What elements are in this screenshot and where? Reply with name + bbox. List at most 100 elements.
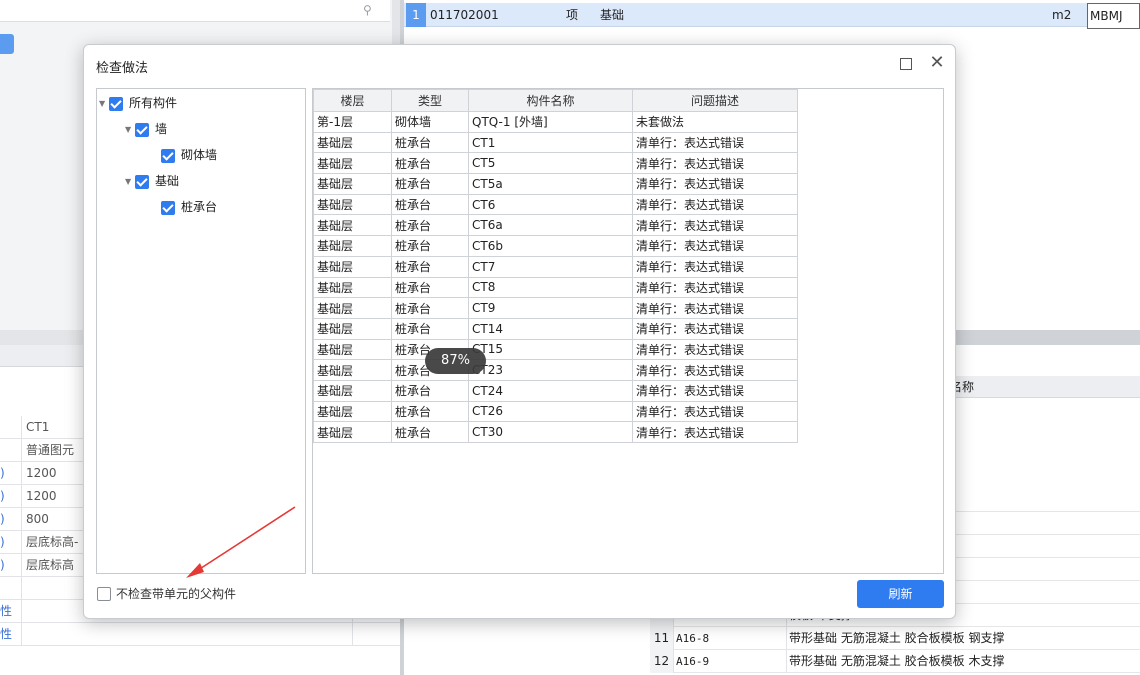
- cell-floor: 基础层: [313, 214, 392, 237]
- cell-issue: 清单行：表达式错误: [632, 297, 798, 319]
- property-key: ): [0, 485, 22, 508]
- cell-floor: 基础层: [313, 235, 392, 257]
- cell-type: 桩承台: [391, 193, 469, 216]
- table-row[interactable]: 基础层 桩承台 CT5a 清单行：表达式错误: [313, 173, 798, 195]
- quota-row[interactable]: 12 A16-9 带形基础 无筋混凝土 胶合板模板 木支撑: [650, 650, 1140, 673]
- cell-floor: 基础层: [313, 297, 392, 319]
- table-row[interactable]: 基础层 桩承台 CT1 清单行：表达式错误: [313, 131, 798, 154]
- tree-node-label: 基础: [155, 174, 180, 188]
- table-row[interactable]: 基础层 桩承台 CT14 清单行：表达式错误: [313, 317, 798, 340]
- table-row[interactable]: 基础层 桩承台 CT5 清单行：表达式错误: [313, 152, 798, 175]
- expand-arrow-icon[interactable]: ▼: [99, 94, 109, 114]
- cell-floor: 基础层: [313, 131, 392, 154]
- property-value[interactable]: 1200: [26, 462, 57, 485]
- cell-issue: 清单行：表达式错误: [632, 379, 798, 402]
- table-row[interactable]: 基础层 桩承台 CT9 清单行：表达式错误: [313, 297, 798, 319]
- cell-floor: 基础层: [313, 359, 392, 381]
- cell-component-name: CT5a: [468, 173, 633, 195]
- quota-name: 带形基础 无筋混凝土 胶合板模板 钢支撑: [786, 627, 1004, 650]
- property-value[interactable]: 800: [26, 508, 49, 531]
- tree-node[interactable]: 砌体墙: [151, 145, 217, 165]
- property-key: ): [0, 462, 22, 485]
- cell-type: 桩承台: [391, 255, 469, 278]
- cell-component-name: CT23: [468, 359, 633, 381]
- col-floor[interactable]: 楼层: [313, 89, 392, 112]
- cell-type: 桩承台: [391, 152, 469, 175]
- table-row[interactable]: 基础层 桩承台 CT23 清单行：表达式错误: [313, 359, 798, 381]
- property-value[interactable]: 1200: [26, 485, 57, 508]
- bill-row[interactable]: 1 011702001 项 基础 m2 MBMJ: [404, 3, 1140, 29]
- col-type[interactable]: 类型: [391, 89, 469, 112]
- node-checkbox[interactable]: [135, 122, 149, 137]
- tree-node[interactable]: 桩承台: [151, 197, 217, 217]
- cell-component-name: QTQ-1 [外墙]: [468, 111, 633, 133]
- cell-issue: 未套做法: [632, 111, 798, 133]
- cell-issue: 清单行：表达式错误: [632, 317, 798, 340]
- table-row[interactable]: 基础层 桩承台 CT6b 清单行：表达式错误: [313, 235, 798, 257]
- cell-floor: 基础层: [313, 193, 392, 216]
- table-row[interactable]: 基础层 桩承台 CT24 清单行：表达式错误: [313, 379, 798, 402]
- close-icon[interactable]: ✕: [927, 53, 947, 73]
- row-index: 1: [406, 3, 426, 27]
- search-icon[interactable]: ⚲: [363, 3, 377, 17]
- cell-issue: 清单行：表达式错误: [632, 235, 798, 257]
- quota-row[interactable]: 11 A16-8 带形基础 无筋混凝土 胶合板模板 钢支撑: [650, 627, 1140, 650]
- tree-node[interactable]: ▼ 基础: [125, 171, 179, 191]
- maximize-icon[interactable]: [900, 58, 912, 70]
- property-value[interactable]: 层底标高: [26, 554, 74, 577]
- cell-type: 桩承台: [391, 235, 469, 257]
- bill-unit-type: 项: [566, 8, 579, 22]
- property-key: 性: [0, 623, 22, 646]
- table-row[interactable]: 基础层 桩承台 CT7 清单行：表达式错误: [313, 255, 798, 278]
- table-row[interactable]: 第-1层 砌体墙 QTQ-1 [外墙] 未套做法: [313, 111, 798, 133]
- table-row[interactable]: 基础层 桩承台 CT6 清单行：表达式错误: [313, 193, 798, 216]
- expand-arrow-icon[interactable]: ▼: [125, 172, 135, 192]
- node-checkbox[interactable]: [161, 148, 175, 163]
- col-issue-description[interactable]: 问题描述: [632, 89, 798, 112]
- cell-floor: 基础层: [313, 152, 392, 175]
- col-component-name[interactable]: 构件名称: [468, 89, 633, 112]
- cell-floor: 基础层: [313, 276, 392, 299]
- node-checkbox[interactable]: [135, 174, 149, 189]
- quota-row-index: 12: [650, 650, 674, 673]
- tree-node-label: 砌体墙: [181, 148, 218, 162]
- zoom-badge: 87%: [425, 348, 486, 374]
- cell-component-name: CT26: [468, 400, 633, 423]
- table-row[interactable]: 基础层 桩承台 CT30 清单行：表达式错误: [313, 421, 798, 443]
- cell-type: 桩承台: [391, 421, 469, 443]
- quota-row-index: 11: [650, 627, 674, 650]
- property-value[interactable]: 层底标高-: [26, 531, 78, 554]
- tree-node-label: 墙: [155, 122, 168, 136]
- skip-parent-label: 不检查带单元的父构件: [116, 587, 237, 601]
- cell-type: 桩承台: [391, 317, 469, 340]
- node-checkbox[interactable]: [109, 96, 123, 111]
- table-row[interactable]: 基础层 桩承台 CT6a 清单行：表达式错误: [313, 214, 798, 237]
- cell-floor: 第-1层: [313, 111, 392, 133]
- node-checkbox[interactable]: [161, 200, 175, 215]
- cell-floor: 基础层: [313, 173, 392, 195]
- cell-type: 桩承台: [391, 131, 469, 154]
- property-value[interactable]: CT1: [26, 416, 49, 439]
- property-key: [0, 439, 22, 462]
- cell-issue: 清单行：表达式错误: [632, 338, 798, 361]
- table-row[interactable]: 基础层 桩承台 CT15 清单行：表达式错误: [313, 338, 798, 361]
- cell-type: 桩承台: [391, 276, 469, 299]
- property-row[interactable]: 性: [0, 623, 400, 646]
- tree-node[interactable]: ▼ 墙: [125, 119, 167, 139]
- table-row[interactable]: 基础层 桩承台 CT26 清单行：表达式错误: [313, 400, 798, 423]
- property-value[interactable]: 普通图元: [26, 439, 74, 462]
- table-row[interactable]: 基础层 桩承台 CT8 清单行：表达式错误: [313, 276, 798, 299]
- skip-parent-checkbox[interactable]: [97, 587, 111, 601]
- search-input[interactable]: [0, 0, 390, 22]
- expand-arrow-icon[interactable]: ▼: [125, 120, 135, 140]
- cell-issue: 清单行：表达式错误: [632, 152, 798, 175]
- cell-floor: 基础层: [313, 317, 392, 340]
- tree-node[interactable]: ▼ 所有构件: [99, 93, 177, 113]
- bill-expression[interactable]: MBMJ: [1087, 3, 1140, 29]
- refresh-button[interactable]: 刷新: [857, 580, 944, 608]
- cell-component-name: CT30: [468, 421, 633, 443]
- cell-component-name: CT9: [468, 297, 633, 319]
- cell-component-name: CT14: [468, 317, 633, 340]
- cell-component-name: CT7: [468, 255, 633, 278]
- tree-node-label: 桩承台: [181, 200, 218, 214]
